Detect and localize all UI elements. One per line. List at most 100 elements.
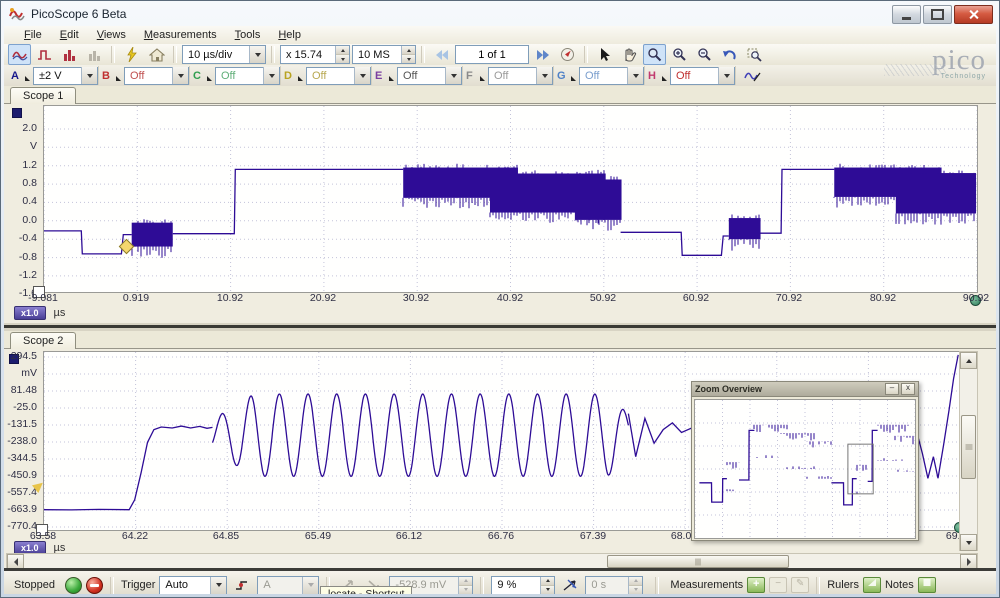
chevron-down-icon[interactable]	[81, 67, 97, 84]
maximize-button[interactable]	[923, 5, 952, 24]
overview-close-button[interactable]: x	[901, 383, 915, 395]
menu-help[interactable]: Help	[270, 27, 309, 43]
menu-bar: FileEditViewsMeasurementsToolsHelp	[4, 26, 996, 45]
pretrigger-spinner[interactable]: 9 %	[491, 576, 555, 595]
chevron-down-icon[interactable]	[718, 67, 734, 84]
channel-g-range-select[interactable]: Off	[579, 67, 644, 85]
channel-h-range-select[interactable]: Off	[670, 67, 735, 85]
chevron-down-icon[interactable]	[354, 67, 370, 84]
chevron-down-icon[interactable]	[249, 46, 265, 63]
chevron-down-icon[interactable]	[172, 67, 188, 84]
persistence-disabled-button[interactable]	[83, 44, 106, 65]
cursor-arrow-icon	[598, 47, 612, 62]
channel-a-value: ±2 V	[34, 70, 81, 82]
pico-logo: pico Technology	[878, 47, 986, 85]
samples-spinner[interactable]: 10 MS	[352, 45, 416, 64]
overview-minimize-button[interactable]: –	[885, 383, 899, 395]
y-axis-label: mV	[21, 367, 37, 379]
trigger-delay-spinner[interactable]: 0 s	[585, 576, 643, 595]
chevron-down-icon[interactable]	[536, 67, 552, 84]
menu-edit[interactable]: Edit	[52, 27, 87, 43]
compass-icon	[560, 47, 575, 62]
next-buffer-button[interactable]	[531, 44, 554, 65]
awg-button[interactable]	[742, 67, 764, 85]
auto-setup-button[interactable]	[145, 44, 168, 65]
panel-splitter[interactable]	[4, 323, 996, 331]
channels-toolbar: A±2 VBOffCOffDOffEOffFOffGOffHOff	[4, 65, 996, 86]
timebase-select[interactable]: 10 µs/div	[182, 45, 266, 64]
close-button[interactable]	[954, 5, 993, 24]
channel-f-range-select[interactable]: Off	[488, 67, 553, 85]
channel-e-group: EOff	[372, 66, 463, 85]
edit-measurement-button[interactable]: ✎	[791, 577, 809, 593]
persistence-view-button[interactable]	[33, 44, 56, 65]
zoom-factor-spinner[interactable]: x 15.74	[280, 45, 350, 64]
spinner-buttons[interactable]	[540, 577, 554, 594]
scroll-down-button[interactable]	[960, 534, 977, 551]
start-capture-button[interactable]	[65, 577, 82, 594]
rulers-button[interactable]	[863, 577, 881, 593]
marquee-zoom-button[interactable]	[743, 44, 766, 65]
rulers-label: Rulers	[827, 579, 859, 591]
scroll-up-button[interactable]	[960, 352, 977, 369]
trigger-label: Trigger	[121, 579, 155, 591]
scope-view-button[interactable]	[8, 44, 31, 65]
spinner-buttons[interactable]	[335, 46, 349, 63]
channel-a-range-select[interactable]: ±2 V	[33, 67, 98, 85]
channel-h-value: Off	[671, 70, 718, 82]
zoom-overview-titlebar[interactable]: Zoom Overview – x	[692, 382, 918, 397]
add-measurement-button[interactable]: +	[747, 577, 765, 593]
pan-tool-button[interactable]	[618, 44, 641, 65]
minimize-button[interactable]	[892, 5, 921, 24]
chevron-down-icon[interactable]	[445, 67, 461, 84]
channel-d-range-select[interactable]: Off	[306, 67, 371, 85]
chevron-down-icon[interactable]	[627, 67, 643, 84]
menu-views[interactable]: Views	[89, 27, 134, 43]
select-tool-button[interactable]	[593, 44, 616, 65]
chevron-down-icon[interactable]	[263, 67, 279, 84]
zoom-out-button[interactable]	[693, 44, 716, 65]
remove-measurement-button[interactable]: −	[769, 577, 787, 593]
signal-generator-button[interactable]	[120, 44, 143, 65]
horizontal-scroll-thumb[interactable]	[607, 555, 789, 568]
hand-icon	[622, 47, 637, 62]
channel-c-range-select[interactable]: Off	[215, 67, 280, 85]
scope2-vertical-scrollbar[interactable]	[959, 351, 978, 551]
undo-zoom-button[interactable]	[718, 44, 741, 65]
zoom-in-button[interactable]	[668, 44, 691, 65]
notes-button[interactable]	[918, 577, 936, 593]
y-axis-label: -0.4	[19, 232, 37, 244]
spinner-buttons[interactable]	[401, 46, 415, 63]
trigger-mode-select[interactable]: Auto	[159, 576, 227, 595]
y-axis-label: 294.5	[11, 350, 37, 362]
scope1-chart[interactable]	[43, 105, 978, 293]
menu-measurements[interactable]: Measurements	[136, 27, 225, 43]
menu-tools[interactable]: Tools	[227, 27, 269, 43]
stop-capture-button[interactable]	[86, 577, 103, 594]
trigger-timing-button[interactable]	[559, 575, 581, 594]
spectrum-view-button[interactable]	[58, 44, 81, 65]
y-axis-label: -1.2	[19, 269, 37, 281]
zoom-tool-button[interactable]	[643, 44, 666, 65]
scroll-left-button[interactable]	[7, 554, 24, 569]
trigger-source-select[interactable]: A	[257, 576, 319, 595]
zoom-overview-chart[interactable]	[694, 399, 916, 539]
trigger-edge-button[interactable]	[231, 575, 253, 594]
awg-sine-icon	[744, 69, 762, 83]
channel-e-range-select[interactable]: Off	[397, 67, 462, 85]
x-axis-label: 64.22	[109, 530, 161, 542]
zoom-overview-title: Zoom Overview	[695, 384, 883, 394]
previous-buffer-button[interactable]	[430, 44, 453, 65]
buffer-overview-button[interactable]	[556, 44, 579, 65]
channel-b-range-select[interactable]: Off	[124, 67, 189, 85]
scroll-right-button[interactable]	[960, 554, 977, 569]
vertical-scroll-thumb[interactable]	[961, 415, 976, 479]
menu-file[interactable]: File	[16, 27, 50, 43]
x-axis-label: 80.92	[857, 292, 909, 304]
chevron-down-icon[interactable]	[210, 577, 226, 594]
scope1-x-axis: -9.0810.91910.9220.9230.9240.9250.9260.9…	[43, 292, 976, 305]
tab-scope1[interactable]: Scope 1	[10, 87, 76, 104]
channel-h-label: H	[648, 70, 659, 82]
channel-d-value: Off	[307, 70, 354, 82]
tab-scope2[interactable]: Scope 2	[10, 332, 76, 349]
